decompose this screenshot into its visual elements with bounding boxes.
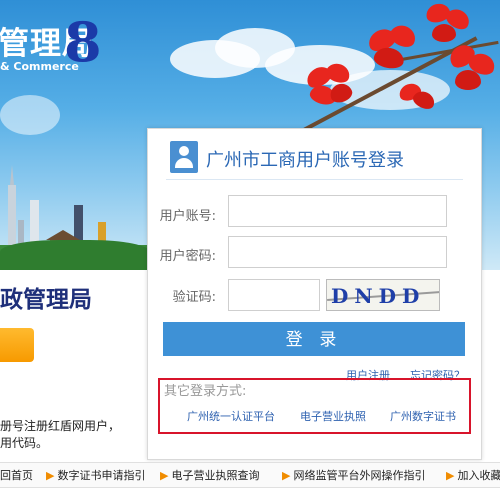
- note-line: 册号注册红盾网用户，: [0, 419, 121, 433]
- digital-cert-link[interactable]: 广州数字证书: [390, 408, 456, 424]
- nav-item-label: 电子营业执照查询: [171, 469, 260, 482]
- bureau-title: 政管理局: [0, 287, 92, 313]
- nav-add-favorite[interactable]: ▶ 加入收藏: [446, 467, 500, 483]
- arrow-right-icon: ▶: [160, 469, 169, 482]
- nav-item-label: 数字证书申请指引: [57, 469, 146, 482]
- arrow-right-icon: ▶: [282, 469, 291, 482]
- user-icon: [170, 141, 198, 173]
- account-label: 用户账号:: [159, 209, 216, 224]
- password-input[interactable]: [228, 236, 447, 268]
- tree-decoration: [0, 240, 150, 270]
- password-label: 用户密码:: [159, 249, 216, 264]
- login-button[interactable]: 登 录: [163, 322, 465, 356]
- login-title: 广州市工商用户账号登录: [206, 150, 404, 171]
- cloud-decoration: [0, 95, 60, 135]
- captcha-input[interactable]: [228, 279, 320, 311]
- site-logo: 8: [64, 10, 102, 74]
- unified-auth-link[interactable]: 广州统一认证平台: [187, 408, 275, 424]
- flower-decoration: [395, 80, 440, 120]
- nav-item-label: 回首页: [0, 469, 33, 482]
- bottom-nav: 回首页 ▶ 数字证书申请指引 ▶ 电子营业执照查询 ▶ 网络监管平台外网操作指引 ▶ 加…: [0, 462, 500, 488]
- flower-decoration: [300, 60, 360, 120]
- arrow-right-icon: ▶: [46, 469, 55, 482]
- arrow-right-icon: ▶: [446, 469, 455, 482]
- nav-item-label: 网络监管平台外网操作指引: [293, 469, 426, 482]
- orange-action-button[interactable]: [0, 328, 34, 362]
- e-license-link[interactable]: 电子营业执照: [300, 408, 366, 424]
- other-login-title: 其它登录方式:: [164, 384, 247, 399]
- captcha-image[interactable]: DNDD: [326, 279, 440, 311]
- nav-platform-guide[interactable]: ▶ 网络监管平台外网操作指引: [282, 467, 425, 483]
- nav-license-query[interactable]: ▶ 电子营业执照查询: [160, 467, 259, 483]
- registration-note: 册号注册红盾网用户， 用代码。: [0, 418, 120, 452]
- captcha-label: 验证码:: [172, 290, 216, 305]
- nav-item-label: 加入收藏: [457, 469, 500, 482]
- captcha-text: DNDD: [331, 284, 426, 308]
- flower-decoration: [445, 40, 500, 100]
- login-header: 广州市工商用户账号登录: [148, 129, 481, 185]
- header-divider: [166, 179, 463, 180]
- nav-cert-guide[interactable]: ▶ 数字证书申请指引: [46, 467, 145, 483]
- note-line: 用代码。: [0, 436, 49, 450]
- nav-home[interactable]: 回首页: [0, 467, 33, 483]
- account-input[interactable]: [228, 195, 447, 227]
